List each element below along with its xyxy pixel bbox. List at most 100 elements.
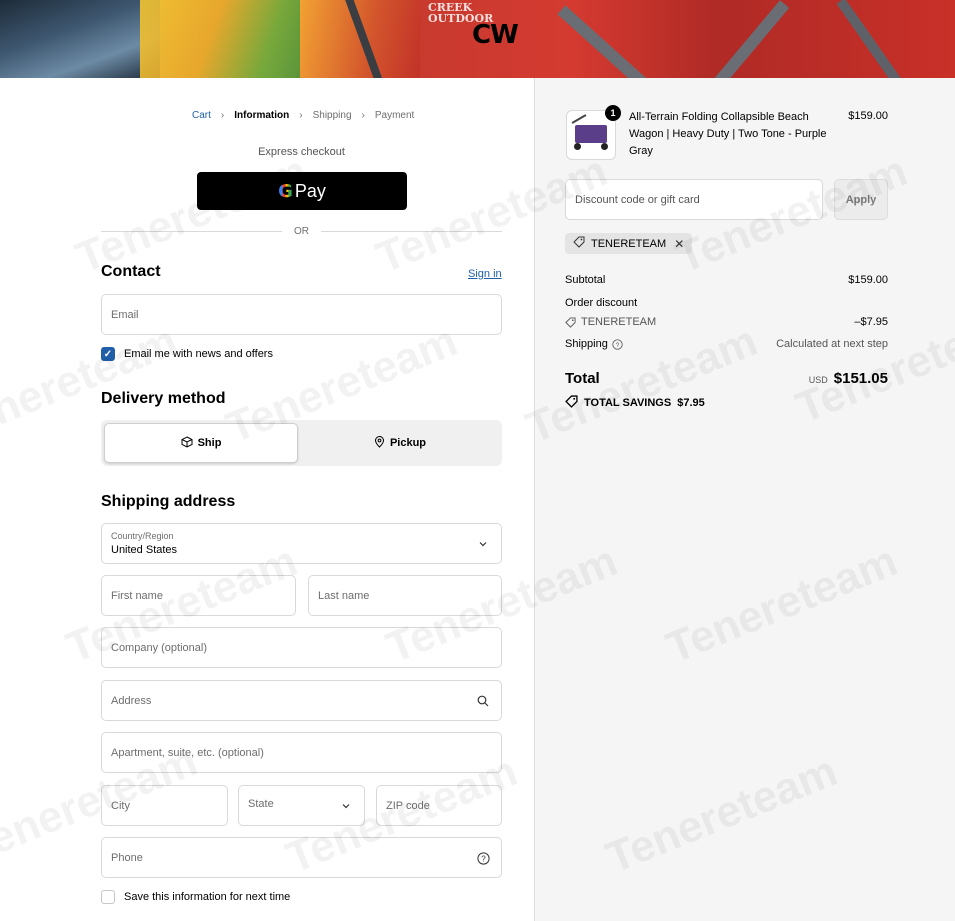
svg-text:?: ? <box>615 341 619 348</box>
save-info-checkbox[interactable] <box>101 890 115 904</box>
location-pin-icon <box>374 435 385 451</box>
total-label: Total <box>565 370 600 387</box>
shipping-row: Shipping ? Calculated at next step <box>565 338 888 350</box>
banner-wagon-frame <box>836 0 914 78</box>
chevron-down-icon <box>338 798 354 814</box>
banner-image-umbrella <box>140 0 320 78</box>
city-field[interactable]: City <box>101 785 228 826</box>
contact-heading: Contact <box>101 263 161 280</box>
chevron-down-icon <box>475 536 491 552</box>
applied-code-text: TENERETEAM <box>591 237 667 250</box>
apply-button[interactable]: Apply <box>834 179 888 220</box>
sign-in-link[interactable]: Sign in <box>468 268 502 280</box>
state-placeholder: State <box>248 798 274 810</box>
breadcrumb-cart[interactable]: Cart <box>192 110 211 121</box>
order-discount-label: Order discount <box>565 297 638 309</box>
city-placeholder: City <box>111 799 130 812</box>
news-offers-option[interactable]: ✓ Email me with news and offers <box>101 347 273 361</box>
svg-text:?: ? <box>481 854 486 863</box>
store-logo[interactable]: CW <box>472 20 519 50</box>
close-icon[interactable]: ✕ <box>674 237 684 251</box>
address-placeholder: Address <box>111 694 152 707</box>
discount-code-cell: TENERETEAM <box>565 316 656 328</box>
total-amount: $151.05 <box>833 370 888 387</box>
save-info-option[interactable]: Save this information for next time <box>101 890 290 904</box>
or-text: OR <box>294 226 309 237</box>
shipping-label-cell: Shipping ? <box>565 338 623 350</box>
country-label: Country/Region <box>111 531 174 541</box>
help-circle-icon[interactable]: ? <box>612 338 623 350</box>
wagon-wheel <box>601 143 608 150</box>
subtotal-value: $159.00 <box>848 274 888 286</box>
discount-code-field[interactable]: Discount code or gift card <box>565 179 823 220</box>
breadcrumb-information: Information <box>234 110 290 121</box>
country-value: United States <box>111 544 178 556</box>
express-checkout-title: Express checkout <box>258 146 345 158</box>
apartment-placeholder: Apartment, suite, etc. (optional) <box>111 746 264 759</box>
google-g-icon: G <box>278 180 293 202</box>
product-price: $159.00 <box>848 110 888 122</box>
zip-code-field[interactable]: ZIP code <box>376 785 502 826</box>
quantity-badge: 1 <box>605 105 621 121</box>
pickup-option[interactable]: Pickup <box>301 423 499 463</box>
package-icon <box>181 435 193 451</box>
ship-option[interactable]: Ship <box>104 423 298 463</box>
banner-image-left <box>0 0 160 78</box>
email-placeholder: Email <box>111 308 139 321</box>
ship-label: Ship <box>197 437 222 449</box>
help-circle-icon[interactable]: ? <box>475 850 491 866</box>
apartment-field[interactable]: Apartment, suite, etc. (optional) <box>101 732 502 773</box>
search-icon[interactable] <box>475 693 491 709</box>
phone-field[interactable]: Phone ? <box>101 837 502 878</box>
company-field[interactable]: Company (optional) <box>101 627 502 668</box>
divider-line <box>101 231 282 232</box>
tag-icon <box>565 316 576 328</box>
shipping-value: Calculated at next step <box>776 338 888 350</box>
shipping-label: Shipping <box>565 338 608 350</box>
hero-banner: CREEK OUTDOOR CW <box>0 0 955 78</box>
delivery-method-heading: Delivery method <box>101 390 226 407</box>
subtotal-label: Subtotal <box>565 274 606 286</box>
news-offers-checkbox[interactable]: ✓ <box>101 347 115 361</box>
total-value: USD $151.05 <box>809 370 888 387</box>
shipping-address-heading: Shipping address <box>101 493 236 510</box>
order-discount-row: Order discount <box>565 297 888 309</box>
news-offers-label: Email me with news and offers <box>124 348 273 360</box>
delivery-method-selector: Ship Pickup <box>101 420 502 466</box>
breadcrumb: Cart › Information › Shipping › Payment <box>192 110 424 121</box>
first-name-placeholder: First name <box>111 589 163 602</box>
breadcrumb-shipping: Shipping <box>312 110 352 121</box>
address-field[interactable]: Address <box>101 680 502 721</box>
chevron-right-icon: › <box>220 110 225 121</box>
or-divider: OR <box>101 226 502 237</box>
chevron-right-icon: › <box>299 110 303 121</box>
country-select[interactable]: Country/Region United States <box>101 523 502 564</box>
first-name-field[interactable]: First name <box>101 575 296 616</box>
total-savings: TOTAL SAVINGS $7.95 <box>565 395 705 411</box>
savings-label: TOTAL SAVINGS <box>584 397 672 409</box>
applied-discount-chip: TENERETEAM ✕ <box>565 233 693 254</box>
wagon-wheel <box>574 143 581 150</box>
state-select[interactable]: State <box>238 785 365 826</box>
pickup-label: Pickup <box>389 437 427 449</box>
discount-placeholder: Discount code or gift card <box>575 193 700 206</box>
tag-icon <box>565 395 578 411</box>
wagon-image <box>575 125 607 143</box>
zip-placeholder: ZIP code <box>386 799 430 812</box>
breadcrumb-payment: Payment <box>374 110 415 121</box>
total-currency: USD <box>808 375 828 385</box>
google-pay-button[interactable]: G Pay <box>197 172 407 210</box>
chevron-right-icon: › <box>361 110 365 121</box>
discount-code-text: TENERETEAM <box>581 316 657 328</box>
subtotal-row: Subtotal $159.00 <box>565 274 888 286</box>
email-field[interactable]: Email <box>101 294 502 335</box>
discount-value: –$7.95 <box>854 316 888 328</box>
product-name: All-Terrain Folding Collapsible Beach Wa… <box>629 111 827 157</box>
last-name-field[interactable]: Last name <box>308 575 502 616</box>
banner-wagon-frame <box>557 5 655 78</box>
product-thumbnail: 1 <box>566 105 621 160</box>
banner-wagon-frame <box>702 0 790 78</box>
company-placeholder: Company (optional) <box>111 641 207 654</box>
google-pay-label: Pay <box>294 180 326 201</box>
save-info-label: Save this information for next time <box>124 891 291 903</box>
